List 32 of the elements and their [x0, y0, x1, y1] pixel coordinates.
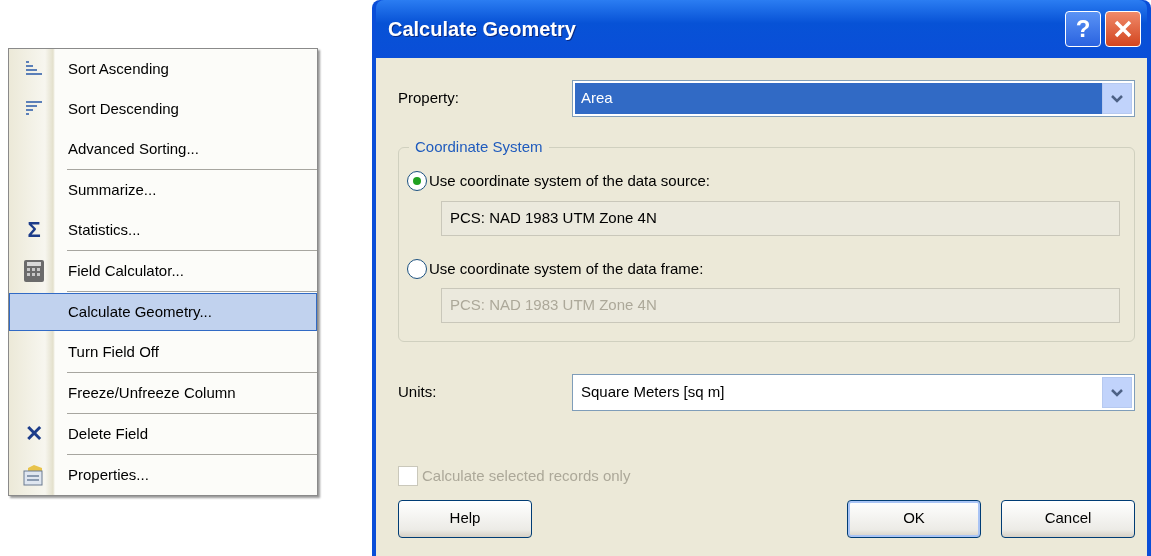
read-only-field: PCS: NAD 1983 UTM Zone 4N — [441, 288, 1120, 323]
help-button[interactable]: ? — [1065, 11, 1101, 47]
field-label: Property: — [398, 88, 460, 109]
radio-label: Use coordinate system of the data source: — [429, 171, 710, 191]
close-icon — [1113, 19, 1133, 39]
field-label: Units: — [398, 382, 438, 403]
dialog-button[interactable]: Help — [398, 499, 532, 538]
properties-icon — [22, 463, 46, 487]
menu-glyph-icon: ✕ — [25, 423, 43, 445]
menu-item[interactable]: Turn Field Off — [9, 333, 317, 371]
menu-item[interactable]: Σ Statistics... — [9, 211, 317, 249]
menu-item[interactable]: Sort Descending — [9, 90, 317, 128]
menu-item[interactable]: Properties... — [9, 456, 317, 494]
dropdown[interactable]: Area — [572, 80, 1135, 117]
checkbox-label: Calculate selected records only — [422, 466, 631, 486]
menu-item[interactable]: Calculate Geometry... — [9, 293, 317, 331]
menu-item[interactable]: Field Calculator... — [9, 252, 317, 290]
menu-item[interactable]: Advanced Sorting... — [9, 130, 317, 168]
dropdown[interactable]: Square Meters [sq m] — [572, 374, 1135, 411]
dialog-button[interactable]: OK — [847, 499, 981, 538]
window-title: Calculate Geometry — [388, 17, 577, 42]
menu-item[interactable]: Freeze/Unfreeze Column — [9, 374, 317, 412]
read-only-field: PCS: NAD 1983 UTM Zone 4N — [441, 200, 1120, 236]
menu-item[interactable]: Summarize... — [9, 171, 317, 209]
radio-button[interactable] — [407, 171, 427, 192]
dialog-button[interactable]: Cancel — [1001, 499, 1135, 538]
menu-glyph-icon: Σ — [27, 219, 41, 241]
calculator-icon — [23, 259, 45, 283]
radio-label: Use coordinate system of the data frame: — [429, 258, 704, 279]
menu-item[interactable]: ✕ Delete Field — [9, 415, 317, 453]
close-button[interactable] — [1105, 11, 1141, 47]
menu-item[interactable]: Sort Ascending — [9, 50, 317, 88]
